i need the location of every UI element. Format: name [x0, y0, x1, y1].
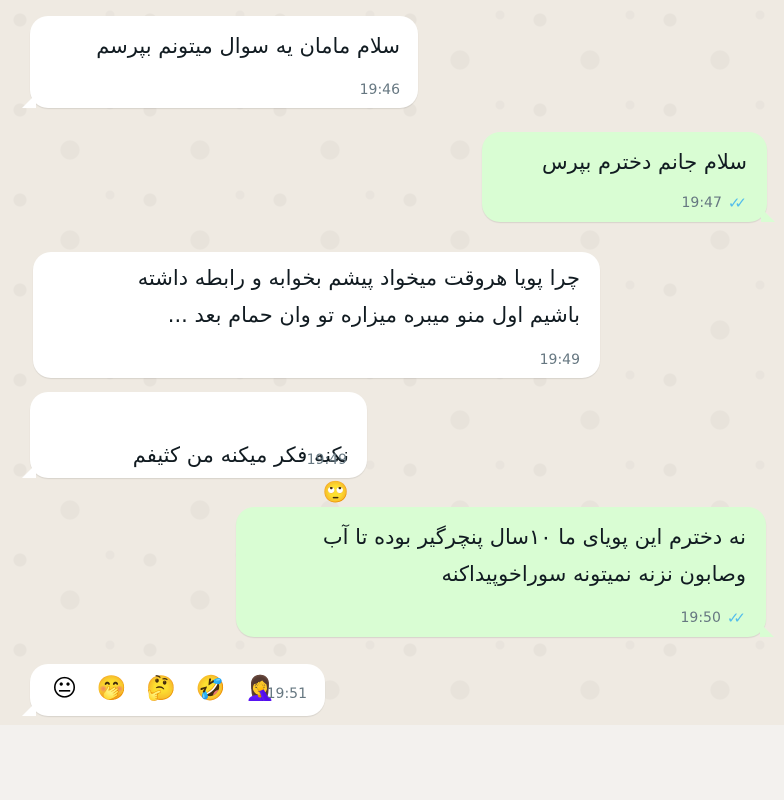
message-text: سلام مامان یه سوال میتونم بپرسم	[96, 34, 400, 58]
eye-roll-emoji: 🙄	[322, 480, 349, 504]
chat-footer-area	[0, 725, 784, 800]
double-check-icon: ✓✓	[727, 194, 747, 212]
rolling-laughing-emoji: 🤣	[195, 674, 232, 702]
message-time: 19:51	[266, 686, 307, 702]
message-text: چرا پویا هروقت میخواد پیشم بخوابه و رابط…	[137, 266, 580, 327]
message-time: 19:49	[539, 352, 580, 368]
message-incoming[interactable]: چرا پویا هروقت میخواد پیشم بخوابه و رابط…	[33, 252, 600, 378]
message-text: سلام جانم دخترم بپرس	[541, 150, 747, 174]
emoji-row: 😐 🤭 🤔 🤣 🤦‍♀️	[52, 674, 281, 702]
message-incoming[interactable]: سلام مامان یه سوال میتونم بپرسم 19:46	[22, 16, 418, 108]
message-meta: 19:47 ✓✓	[682, 194, 748, 212]
message-outgoing[interactable]: سلام جانم دخترم بپرس 19:47 ✓✓	[482, 132, 775, 222]
message-incoming[interactable]: نکنه فکر میکنه من کثیفم 🙄 19:49	[22, 392, 367, 504]
message-outgoing[interactable]: نه دخترم این پویای ما ۱۰سال پنچرگیر بوده…	[236, 507, 774, 637]
message-time: 19:47	[681, 195, 722, 211]
double-check-icon: ✓✓	[726, 609, 746, 627]
message-text: نه دخترم این پویای ما ۱۰سال پنچرگیر بوده…	[322, 525, 746, 586]
thinking-face-emoji: 🤔	[146, 674, 183, 702]
message-meta: 19:49	[307, 452, 347, 468]
message-time: 19:46	[359, 82, 400, 98]
message-time: 19:49	[306, 452, 347, 468]
message-meta: 19:49	[540, 352, 580, 368]
hand-over-mouth-emoji: 🤭	[96, 674, 133, 702]
message-incoming[interactable]: 😐 🤭 🤔 🤣 🤦‍♀️ 19:51	[22, 664, 325, 716]
message-meta: 19:46	[360, 82, 400, 98]
message-meta: 19:51	[267, 686, 307, 702]
neutral-face-emoji: 😐	[52, 674, 84, 702]
message-meta: 19:50 ✓✓	[681, 609, 747, 627]
message-time: 19:50	[680, 610, 721, 626]
